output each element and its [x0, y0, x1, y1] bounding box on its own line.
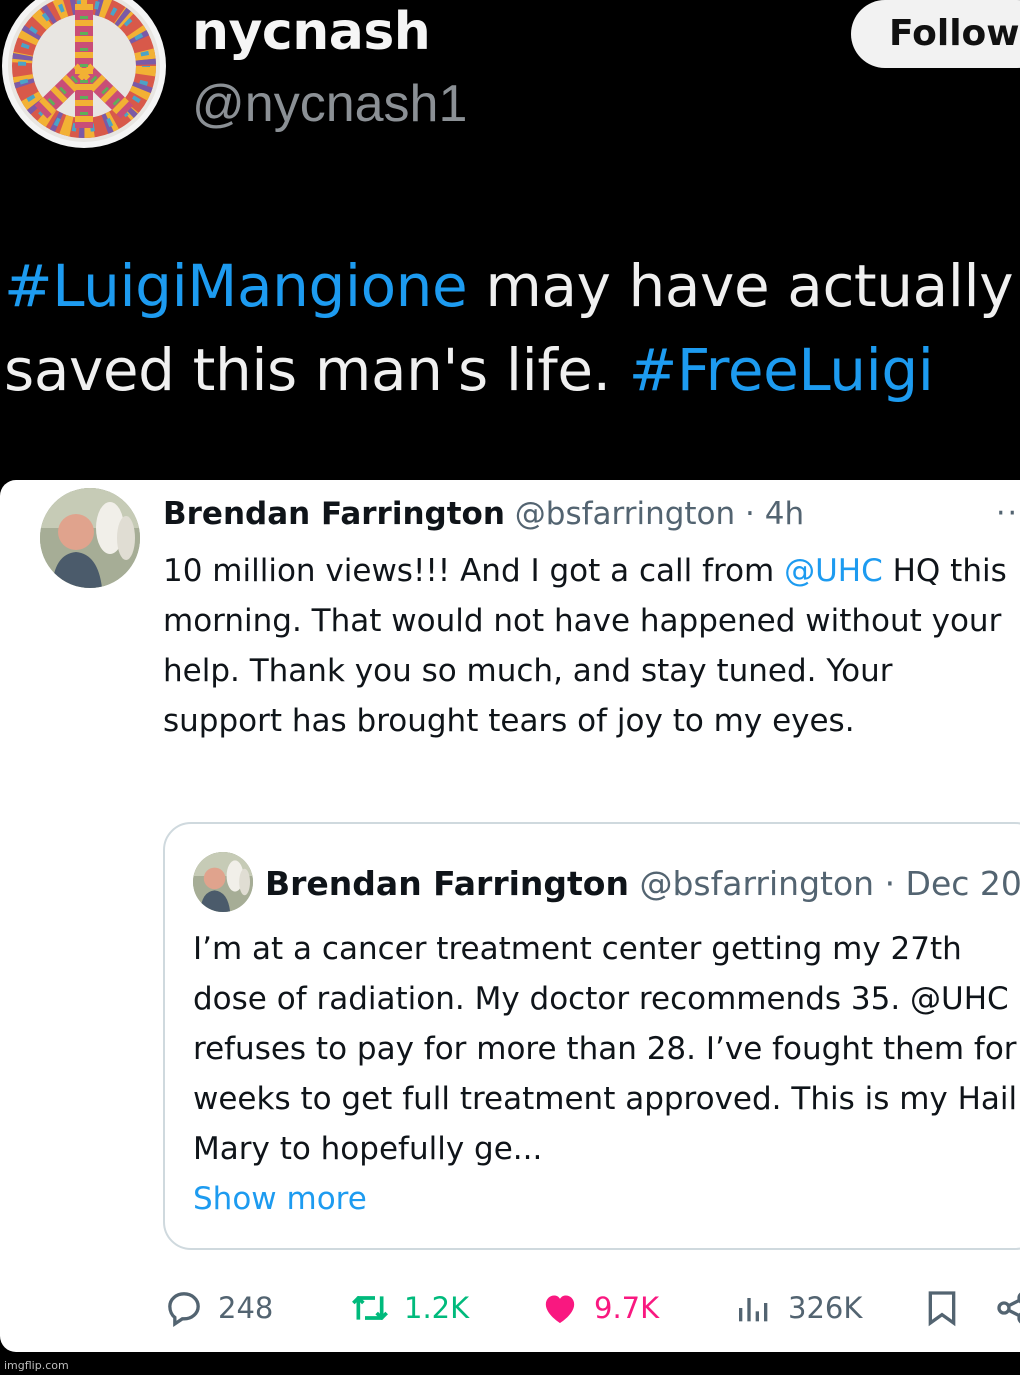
heart-icon — [545, 1295, 575, 1323]
embedded-tweet-avatar[interactable] — [40, 488, 140, 588]
follow-button[interactable]: Follow — [851, 0, 1020, 68]
quoted-tweet-meta: @bsfarrington · Dec 20 — [639, 864, 1020, 903]
mention-uhc[interactable]: @UHC — [784, 553, 883, 589]
quoted-tweet-avatar[interactable] — [193, 852, 253, 912]
reply-count: 248 — [218, 1291, 274, 1325]
show-more-link[interactable]: Show more — [193, 1174, 1020, 1224]
reply-button[interactable]: 248 — [164, 1280, 273, 1336]
retweet-count: 1.2K — [404, 1291, 470, 1325]
views-chart-icon — [739, 1298, 768, 1322]
quoted-tweet-text: I’m at a cancer treatment center getting… — [193, 931, 1018, 1167]
hashtag-luigimangione[interactable]: #LuigiMangione — [4, 252, 468, 320]
avatar[interactable] — [0, 0, 168, 152]
bookmark-button[interactable] — [922, 1280, 976, 1336]
embedded-tweet-meta: @bsfarrington · 4h — [514, 496, 805, 532]
quoted-tweet-card[interactable]: Brendan Farrington @bsfarrington · Dec 2… — [163, 822, 1020, 1250]
more-dots-icon[interactable]: ·· — [996, 494, 1019, 534]
hashtag-freeluigi[interactable]: #FreeLuigi — [629, 336, 934, 404]
retweet-button[interactable]: 1.2K — [350, 1280, 469, 1336]
reply-icon — [168, 1292, 200, 1327]
watermark: imgflip.com — [4, 1359, 69, 1372]
like-button[interactable]: 9.7K — [540, 1280, 659, 1336]
retweet-icon — [352, 1296, 388, 1320]
embedded-tweet-header: Brendan Farrington @bsfarrington · 4h — [163, 494, 804, 534]
embedded-tweet-body: 10 million views!!! And I got a call fro… — [163, 546, 1013, 746]
user-handle[interactable]: @nycnash1 — [192, 76, 467, 132]
display-name[interactable]: nycnash — [192, 2, 431, 62]
post-text: #LuigiMangione may have actually saved t… — [4, 244, 1016, 412]
embedded-tweet-screenshot: Brendan Farrington @bsfarrington · 4h ··… — [0, 480, 1020, 1352]
tweet-actions-bar: 248 1.2K 9.7K 326K — [0, 1280, 1020, 1336]
embedded-tweet-author-name[interactable]: Brendan Farrington — [163, 496, 505, 532]
peace-sign-icon — [2, 0, 166, 148]
like-count: 9.7K — [594, 1291, 660, 1325]
quoted-tweet-author-name[interactable]: Brendan Farrington — [265, 864, 629, 903]
views-button[interactable]: 326K — [734, 1280, 862, 1336]
share-button[interactable] — [994, 1280, 1020, 1336]
bookmark-icon — [928, 1291, 956, 1327]
quoted-tweet-body: I’m at a cancer treatment center getting… — [193, 924, 1020, 1224]
embedded-tweet-text: 10 million views!!! And I got a call fro… — [163, 553, 785, 589]
share-icon — [997, 1292, 1020, 1324]
views-count: 326K — [788, 1291, 863, 1325]
quoted-tweet-header: Brendan Farrington @bsfarrington · Dec 2… — [265, 862, 1020, 906]
